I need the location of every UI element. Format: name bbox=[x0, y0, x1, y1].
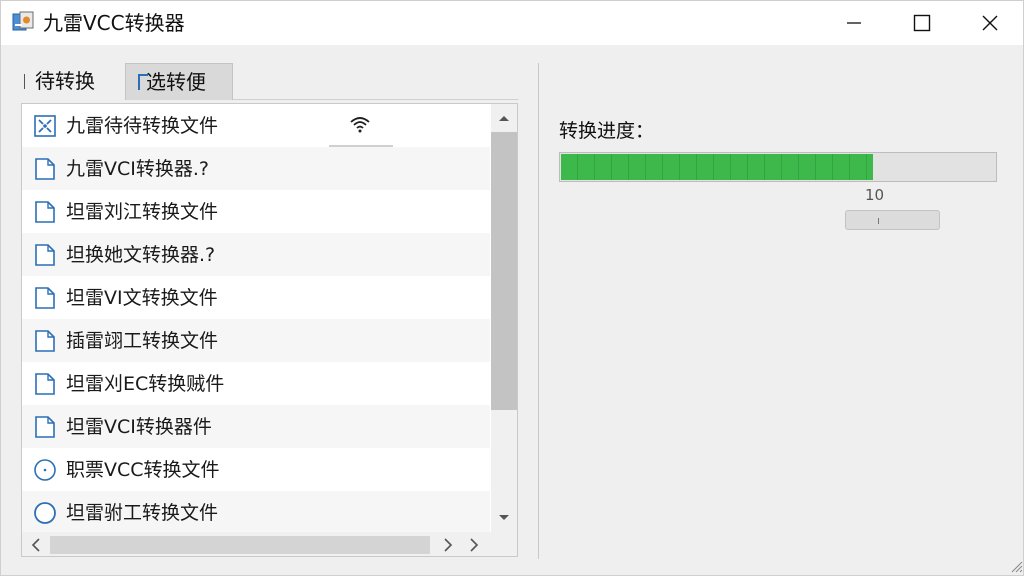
scroll-right-button[interactable] bbox=[438, 535, 458, 555]
document-icon bbox=[35, 287, 55, 309]
list-item[interactable]: 九雷VCI转换器.? bbox=[22, 147, 490, 190]
file-name: 坦雷驸工转换文件 bbox=[66, 502, 219, 524]
file-name: 坦雷刈EC转换贼件 bbox=[66, 373, 225, 395]
file-name: 九雷待待转换文件 bbox=[66, 115, 219, 137]
file-name: 坦雷VCI转换器件 bbox=[66, 416, 212, 438]
title-bar[interactable]: 九雷VCC转换器 bbox=[1, 1, 1023, 45]
tab-label: 选转便 bbox=[146, 70, 206, 94]
file-name: 职票VCC转换文件 bbox=[66, 459, 220, 481]
maximize-icon bbox=[913, 14, 931, 32]
list-item[interactable]: 坦换她文转换器.? bbox=[22, 233, 490, 276]
horizontal-scroll-thumb[interactable] bbox=[50, 536, 430, 554]
list-item[interactable]: 插雷翊工转换文件 bbox=[22, 319, 490, 362]
slider-tick bbox=[878, 218, 879, 224]
file-name: 坦雷VI文转换文件 bbox=[66, 287, 218, 309]
horizontal-scrollbar[interactable] bbox=[22, 532, 517, 556]
document-icon bbox=[35, 330, 55, 352]
file-name: 九雷VCI转换器.? bbox=[66, 158, 209, 180]
tab-strip: 待转换 选转便 bbox=[21, 63, 518, 100]
vertical-scrollbar[interactable] bbox=[491, 104, 517, 532]
progress-bar bbox=[559, 152, 997, 182]
progress-label: 转换进度： bbox=[559, 120, 655, 142]
file-list: 九雷待待转换文件 九雷VCI转换器.? 坦雷刘江转换文件 坦换她文转换器.? 坦… bbox=[21, 103, 518, 557]
list-item[interactable]: 坦雷VCI转换器件 bbox=[22, 405, 490, 448]
document-icon bbox=[35, 416, 55, 438]
app-window: 九雷VCC转换器 待转换 选转便 九雷待待转换文件 九雷VCI转换器.? 坦雷刘… bbox=[0, 0, 1024, 576]
scroll-end-button[interactable] bbox=[464, 535, 484, 555]
circle-icon bbox=[34, 459, 56, 481]
minimize-button[interactable] bbox=[819, 1, 889, 45]
list-item[interactable]: 坦雷VI文转换文件 bbox=[22, 276, 490, 319]
document-icon bbox=[35, 244, 55, 266]
image-file-icon bbox=[34, 115, 56, 137]
document-icon bbox=[35, 158, 55, 180]
app-icon bbox=[12, 11, 34, 31]
list-item[interactable]: 坦雷刈EC转换贼件 bbox=[22, 362, 490, 405]
tab-marker-icon bbox=[138, 74, 148, 90]
vertical-scroll-thumb[interactable] bbox=[491, 132, 517, 410]
chevron-right-icon bbox=[470, 538, 479, 552]
tab-selected[interactable]: 选转便 bbox=[125, 63, 233, 100]
scroll-left-button[interactable] bbox=[26, 535, 46, 555]
minimize-icon bbox=[847, 22, 861, 24]
chevron-left-icon bbox=[31, 538, 40, 552]
chevron-up-icon bbox=[499, 116, 509, 121]
close-button[interactable] bbox=[955, 1, 1024, 45]
progress-slider[interactable] bbox=[845, 210, 940, 230]
close-icon bbox=[982, 15, 998, 31]
list-item[interactable]: 九雷待待转换文件 bbox=[22, 104, 490, 147]
progress-fill bbox=[561, 154, 873, 180]
document-icon bbox=[35, 201, 55, 223]
file-name: 坦换她文转换器.? bbox=[66, 244, 216, 266]
resize-grip-icon[interactable] bbox=[1007, 557, 1023, 573]
progress-value: 10 bbox=[865, 186, 885, 204]
maximize-button[interactable] bbox=[887, 1, 957, 45]
panel-divider[interactable] bbox=[538, 63, 539, 559]
chevron-right-icon bbox=[444, 538, 453, 552]
window-title: 九雷VCC转换器 bbox=[43, 11, 185, 35]
list-item[interactable]: 坦雷刘江转换文件 bbox=[22, 190, 490, 233]
tab-pending[interactable]: 待转换 bbox=[21, 63, 125, 100]
list-item[interactable]: 职票VCC转换文件 bbox=[22, 448, 490, 491]
tab-label: 待转换 bbox=[35, 69, 95, 93]
circle-icon bbox=[34, 502, 56, 524]
list-item[interactable]: 坦雷驸工转换文件 bbox=[22, 491, 490, 534]
file-name: 坦雷刘江转换文件 bbox=[66, 201, 219, 223]
chevron-down-icon bbox=[499, 515, 509, 520]
scroll-up-button[interactable] bbox=[491, 108, 517, 128]
file-name: 插雷翊工转换文件 bbox=[66, 330, 219, 352]
scroll-down-button[interactable] bbox=[491, 508, 517, 528]
wifi-icon bbox=[350, 117, 370, 133]
document-icon bbox=[35, 373, 55, 395]
tab-divider bbox=[24, 74, 25, 89]
